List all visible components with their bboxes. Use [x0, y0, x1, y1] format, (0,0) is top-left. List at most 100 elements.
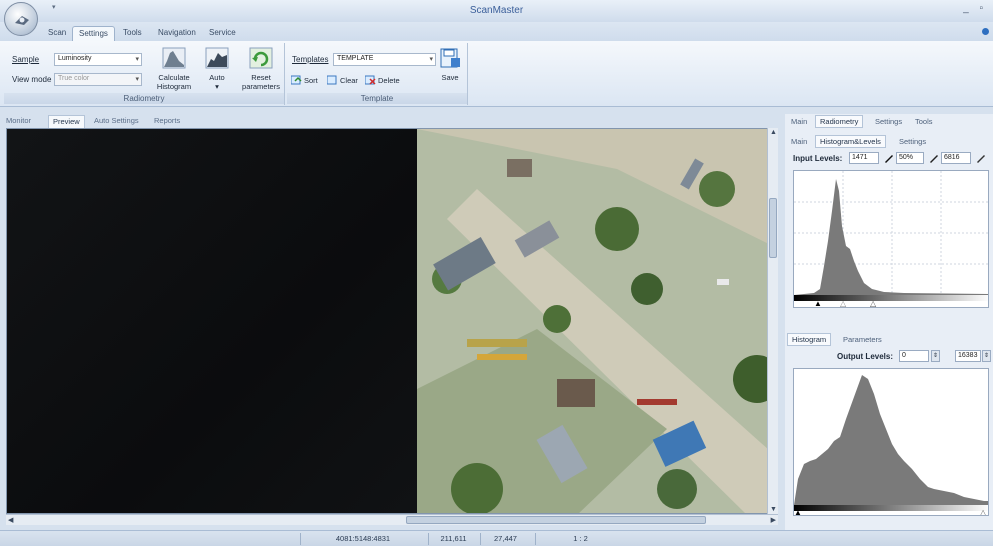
tab-reports[interactable]: Reports — [150, 115, 184, 128]
output-levels-label: Output Levels: — [837, 352, 894, 361]
status-cell-y: 27,447 — [480, 533, 530, 545]
output-black-marker[interactable]: ▲ — [794, 509, 802, 516]
status-bar: 4081:5148:4831 211,611 27,447 1 : 2 — [0, 530, 993, 546]
vertical-scroll-thumb[interactable] — [769, 198, 777, 258]
delete-label: Delete — [378, 75, 400, 85]
window-title: ScanMaster — [469, 5, 524, 16]
input-black-point-marker[interactable]: ▲ — [814, 300, 822, 308]
scroll-left-icon[interactable]: ◀ — [8, 516, 13, 524]
horizontal-scrollbar[interactable]: ◀ ▶ — [6, 514, 778, 525]
ribbon-tab-row: Scan Settings Tools Navigation Service — [0, 22, 993, 41]
input-levels-label: Input Levels: — [793, 154, 843, 163]
panel-tab-settings[interactable]: Settings — [871, 116, 906, 127]
input-white-point-marker[interactable]: △ — [870, 300, 876, 308]
templates-value: TEMPLATE — [337, 55, 374, 62]
save-disk-icon — [440, 48, 460, 68]
subtab-main[interactable]: Main — [787, 136, 811, 147]
sort-button[interactable]: Sort — [291, 75, 318, 85]
tab-histogram[interactable]: Histogram — [787, 333, 832, 346]
tab-parameters[interactable]: Parameters — [839, 334, 886, 345]
reset-parameters-button[interactable]: Reset parameters — [240, 47, 282, 91]
calculate-histogram-button[interactable]: Calculate Histogram — [154, 47, 194, 91]
gray-eyedropper-icon[interactable] — [929, 153, 939, 163]
save-label: Save — [441, 73, 459, 82]
save-button[interactable]: Save — [437, 47, 463, 82]
input-low-field[interactable]: 1471 — [849, 152, 879, 164]
scanner-logo-icon — [15, 16, 29, 25]
output-high-field[interactable]: 16383 — [955, 350, 981, 362]
sample-value: Luminosity — [58, 55, 92, 62]
reset-icon — [249, 47, 273, 69]
sample-select[interactable]: Luminosity ▾ — [54, 53, 142, 66]
input-mid-field[interactable]: 50% — [896, 152, 924, 164]
help-icon[interactable] — [982, 28, 989, 35]
unprocessed-image-area — [7, 129, 417, 513]
panel-tab-tools[interactable]: Tools — [911, 116, 937, 127]
auto-button[interactable]: Auto ▾ — [202, 47, 232, 91]
tab-tools[interactable]: Tools — [117, 26, 148, 41]
tab-monitor[interactable]: Monitor — [2, 115, 35, 128]
tab-scan[interactable]: Scan — [42, 26, 72, 41]
output-high-spinner[interactable]: ⇕ — [982, 350, 991, 362]
clear-button[interactable]: Clear — [327, 75, 358, 85]
input-gamma-marker[interactable]: △ — [840, 300, 846, 308]
delete-button[interactable]: Delete — [365, 75, 400, 85]
sample-label: Sample — [12, 55, 40, 64]
white-eyedropper-icon[interactable] — [976, 153, 986, 163]
status-cell-x: 211,611 — [428, 533, 478, 545]
view-mode-label: View mode — [12, 75, 52, 84]
output-white-marker[interactable]: △ — [980, 509, 986, 516]
reset-parameters-label: Reset parameters — [242, 73, 280, 91]
chevron-down-icon: ▾ — [429, 56, 433, 63]
tab-settings[interactable]: Settings — [72, 26, 115, 41]
auto-dropdown-icon[interactable]: ▾ — [202, 82, 232, 91]
sort-icon — [291, 75, 302, 85]
document-tab-strip: Monitor Preview Auto Settings Reports — [0, 114, 785, 128]
vertical-scrollbar[interactable]: ▲ ▼ — [767, 128, 778, 514]
radiometry-side-panel: Main Radiometry Settings Tools Main Hist… — [785, 114, 993, 532]
sort-label: Sort — [304, 75, 318, 85]
view-mode-select[interactable]: True color ▾ — [54, 73, 142, 86]
panel-tab-main[interactable]: Main — [787, 116, 811, 127]
subtab-histogram-levels[interactable]: Histogram&Levels — [815, 135, 886, 148]
tab-auto-settings[interactable]: Auto Settings — [90, 115, 143, 128]
tab-service[interactable]: Service — [203, 26, 242, 41]
status-cell-zoom: 1 : 2 — [535, 533, 625, 545]
aerial-photo — [417, 129, 777, 513]
calculate-histogram-label: Calculate Histogram — [156, 73, 192, 91]
scroll-right-icon[interactable]: ▶ — [771, 516, 776, 524]
templates-label: Templates — [292, 55, 329, 64]
output-histogram-graph — [794, 375, 988, 511]
clear-icon — [327, 75, 337, 85]
horizontal-scroll-thumb[interactable] — [406, 516, 706, 524]
output-low-spinner[interactable]: ⇕ — [931, 350, 940, 362]
window-controls[interactable]: _ ▫ — [963, 3, 987, 14]
tab-preview[interactable]: Preview — [48, 115, 85, 128]
radiometry-group-label: Radiometry — [4, 93, 284, 104]
input-high-field[interactable]: 6816 — [941, 152, 971, 164]
tab-navigation[interactable]: Navigation — [152, 26, 202, 41]
input-histogram[interactable]: ▲ △ △ — [793, 170, 989, 308]
histogram-chart-icon — [162, 47, 186, 69]
radiometry-group: Sample Luminosity ▾ View mode True color ▾… — [4, 43, 285, 105]
image-preview-viewer[interactable] — [6, 128, 778, 514]
status-cell-values: 4081:5148:4831 — [300, 533, 425, 545]
output-low-field[interactable]: 0 — [899, 350, 929, 362]
templates-select[interactable]: TEMPLATE ▾ — [333, 53, 436, 66]
template-group-label: Template — [287, 93, 467, 104]
chevron-down-icon: ▾ — [135, 76, 139, 83]
panel-tab-radiometry[interactable]: Radiometry — [815, 115, 864, 128]
scroll-up-icon[interactable]: ▲ — [770, 129, 777, 136]
view-mode-value: True color — [58, 75, 90, 82]
ribbon: Sample Luminosity ▾ View mode True color ▾… — [0, 41, 993, 107]
aerial-photo-graphic — [417, 129, 777, 513]
output-histogram[interactable]: ▲ △ — [793, 368, 989, 516]
scroll-down-icon[interactable]: ▼ — [770, 506, 777, 513]
delete-icon — [365, 75, 376, 85]
input-histogram-graph — [794, 171, 988, 301]
black-eyedropper-icon[interactable] — [884, 153, 894, 163]
template-group: Templates TEMPLATE ▾ Sort Clear Delete Sa… — [287, 43, 468, 105]
clear-label: Clear — [340, 75, 358, 85]
app-menu-button[interactable] — [4, 2, 38, 36]
subtab-settings[interactable]: Settings — [895, 136, 930, 147]
